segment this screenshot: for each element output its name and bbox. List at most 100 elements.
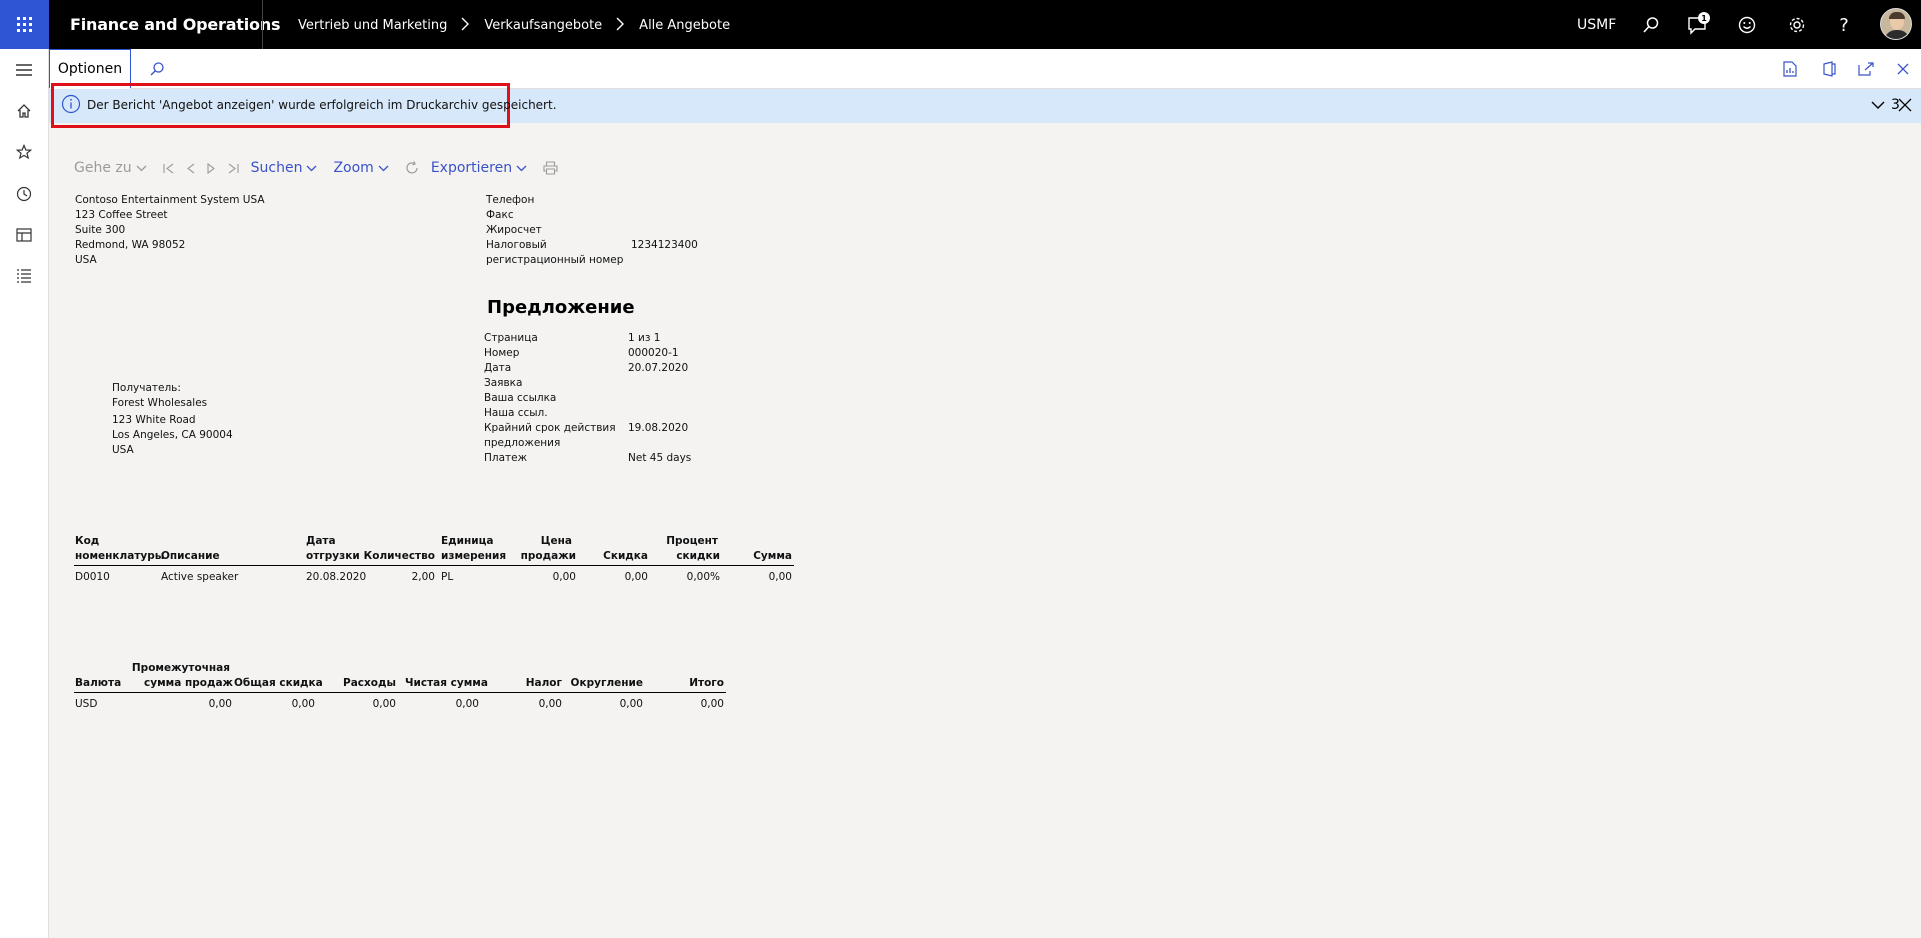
workspaces-icon[interactable] xyxy=(11,222,37,248)
close-icon[interactable] xyxy=(1891,57,1915,81)
cell-discount-pct: 0,00% xyxy=(686,571,720,583)
chevron-down-icon xyxy=(1871,101,1885,109)
cell-amount: 0,00 xyxy=(768,571,792,583)
left-navigation xyxy=(0,49,49,938)
refresh-icon[interactable] xyxy=(405,161,419,175)
col-header-amount: Сумма xyxy=(753,550,792,562)
col-header-discount-pct-2: скидки xyxy=(676,550,720,562)
contact-label-phone: Телефон xyxy=(486,194,535,206)
number-value: 000020-1 xyxy=(628,347,679,359)
chevron-down-icon xyxy=(136,165,147,171)
modules-list-icon[interactable] xyxy=(11,263,37,289)
home-icon[interactable] xyxy=(11,98,37,124)
recipient-line: Forest Wholesales xyxy=(112,397,208,409)
totals-header-subtotal-2: сумма продаж xyxy=(144,677,233,689)
totals-total-discount: 0,00 xyxy=(291,698,315,710)
breadcrumb-item-sales-quotations[interactable]: Verkaufsangebote xyxy=(484,18,602,33)
sender-line: Redmond, WA 98052 xyxy=(75,239,186,251)
sender-line: Contoso Entertainment System USA xyxy=(75,194,265,206)
recent-clock-icon[interactable] xyxy=(11,181,37,207)
zoom-dropdown[interactable]: Zoom xyxy=(333,160,389,176)
top-bar: Finance and Operations Vertrieb und Mark… xyxy=(0,0,1921,49)
cell-discount: 0,00 xyxy=(624,571,648,583)
feedback-smiley-icon[interactable] xyxy=(1734,12,1760,38)
cell-quantity: 2,00 xyxy=(411,571,435,583)
col-header-price: Цена xyxy=(540,535,572,547)
meta-label: Страница xyxy=(484,332,538,344)
totals-header-tax: Налог xyxy=(525,677,562,689)
previous-page-icon[interactable] xyxy=(186,163,195,174)
company-picker[interactable]: USMF xyxy=(1577,17,1616,33)
date-value: 20.07.2020 xyxy=(628,362,689,374)
contact-label-tax: Налоговый xyxy=(486,239,547,251)
title-divider xyxy=(262,0,263,49)
search-icon[interactable] xyxy=(145,57,169,81)
zoom-label: Zoom xyxy=(333,160,374,176)
breadcrumb-item-sales-marketing[interactable]: Vertrieb und Marketing xyxy=(298,18,447,33)
cell-unit: PL xyxy=(441,571,454,583)
notifications-icon[interactable]: 1 xyxy=(1684,12,1710,38)
goto-dropdown[interactable]: Gehe zu xyxy=(74,160,147,176)
cell-description: Active speaker xyxy=(161,571,239,583)
hamburger-menu-icon[interactable] xyxy=(11,57,37,83)
contact-label-fax: Факс xyxy=(486,209,514,221)
message-text: Der Bericht 'Angebot anzeigen' wurde erf… xyxy=(87,98,557,112)
report-viewer-toolbar: Gehe zu Suchen Zoom Exportieren xyxy=(74,158,570,178)
deadline-value: 19.08.2020 xyxy=(628,422,689,434)
totals-header-rounding: Округление xyxy=(570,677,643,689)
help-icon[interactable]: ? xyxy=(1831,12,1857,38)
office-icon[interactable] xyxy=(1817,57,1841,81)
meta-label: Заявка xyxy=(484,377,523,389)
export-dropdown[interactable]: Exportieren xyxy=(431,160,527,176)
totals-subtotal: 0,00 xyxy=(208,698,232,710)
totals-total: 0,00 xyxy=(700,698,724,710)
chevron-down-icon xyxy=(306,165,317,171)
sender-line: Suite 300 xyxy=(75,224,126,236)
sender-line: USA xyxy=(75,254,97,266)
message-count-toggle[interactable]: 3 xyxy=(1871,97,1900,113)
meta-label: Платеж xyxy=(484,452,528,464)
favorites-star-icon[interactable] xyxy=(11,139,37,165)
search-dropdown[interactable]: Suchen xyxy=(251,160,318,176)
export-label: Exportieren xyxy=(430,160,513,176)
next-page-icon[interactable] xyxy=(207,162,216,174)
recipient-line: Los Angeles, CA 90004 xyxy=(112,429,233,441)
close-icon[interactable] xyxy=(1897,97,1915,115)
totals-header-rule xyxy=(74,692,726,693)
open-new-window-icon[interactable] xyxy=(1854,57,1878,81)
goto-label: Gehe zu xyxy=(74,160,132,176)
totals-header-net: Чистая сумма xyxy=(405,677,488,689)
user-avatar[interactable] xyxy=(1880,8,1912,40)
sender-line: 123 Coffee Street xyxy=(75,209,168,221)
report-title: Предложение xyxy=(487,297,635,318)
totals-currency: USD xyxy=(75,698,98,710)
office-excel-icon[interactable] xyxy=(1778,57,1802,81)
last-page-icon[interactable] xyxy=(228,163,239,174)
search-icon[interactable] xyxy=(1638,12,1664,38)
contact-label-giro: Жиросчет xyxy=(486,224,542,236)
message-bar: Der Bericht 'Angebot anzeigen' wurde erf… xyxy=(49,83,1921,128)
first-page-icon[interactable] xyxy=(163,163,174,174)
recipient-line: USA xyxy=(112,444,134,456)
meta-label: Дата xyxy=(484,362,512,374)
recipient-line: 123 White Road xyxy=(112,414,196,426)
print-icon[interactable] xyxy=(543,161,558,175)
col-header-discount-pct: Процент xyxy=(666,535,718,547)
recipient-label: Получатель: xyxy=(112,382,181,394)
tax-number: 1234123400 xyxy=(631,239,698,251)
report-document: Contoso Entertainment System USA 123 Cof… xyxy=(0,0,1921,938)
totals-header-currency: Валюта xyxy=(75,677,122,689)
breadcrumb: Vertrieb und Marketing Verkaufsangebote … xyxy=(298,17,730,33)
chevron-right-icon xyxy=(616,17,625,33)
totals-rounding: 0,00 xyxy=(619,698,643,710)
settings-gear-icon[interactable] xyxy=(1784,12,1810,38)
breadcrumb-item-all-quotations[interactable]: Alle Angebote xyxy=(639,18,730,33)
chevron-down-icon xyxy=(516,165,527,171)
meta-label: Крайний срок действия xyxy=(484,422,616,434)
waffle-icon[interactable] xyxy=(0,0,49,49)
totals-charges: 0,00 xyxy=(372,698,396,710)
col-header-discount: Скидка xyxy=(603,550,648,562)
col-header-quantity: Количество xyxy=(363,550,435,562)
meta-label: предложения xyxy=(484,437,561,449)
app-title[interactable]: Finance and Operations xyxy=(70,15,281,34)
